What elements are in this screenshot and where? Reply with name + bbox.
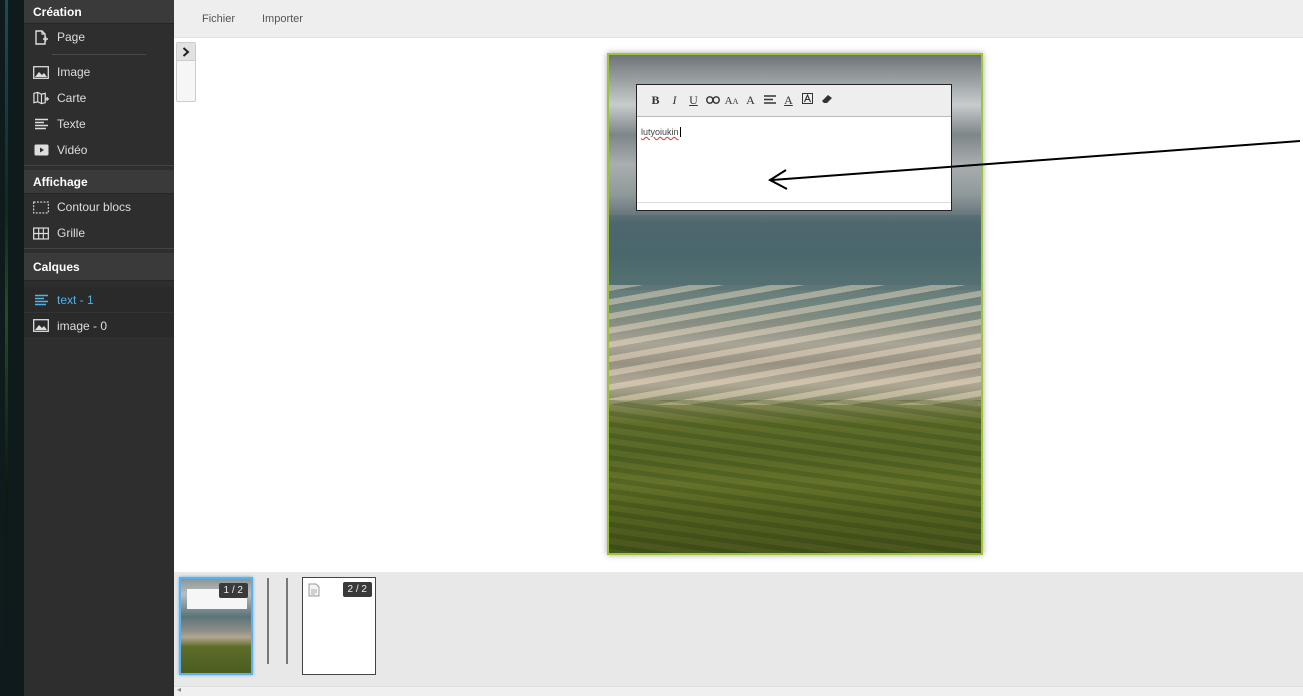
sidebar-item-label: Contour blocs [57,200,132,214]
photo-sea [609,215,981,290]
menu-import[interactable]: Importer [262,13,303,25]
editor-text-area[interactable]: lutyoiukin [637,117,951,193]
grid-icon [33,226,49,240]
italic-button[interactable]: I [665,93,684,108]
link-icon[interactable] [703,93,722,108]
section-title-creation: Création [24,0,174,24]
section-title-layers: Calques [24,253,174,281]
text-lines-icon [33,117,49,131]
menu-file[interactable]: Fichier [202,13,235,25]
drop-indicator [286,578,288,664]
page-number-badge: 2 / 2 [342,582,372,597]
sidebar: Création Page Image Carte Texte Vidéo Af… [24,0,174,696]
font-size-icon[interactable]: AA [722,95,741,107]
sidebar-item-grid[interactable]: Grille [24,220,174,246]
sidebar-item-label: Carte [57,91,87,105]
document-icon [308,583,320,600]
horizontal-scrollbar[interactable]: ◂ [174,685,1303,696]
section-title-display: Affichage [24,170,174,194]
bold-button[interactable]: B [646,93,665,108]
sidebar-item-label: Page [57,30,86,44]
sidebar-item-label: Vidéo [57,143,88,157]
font-style-icon[interactable]: A [741,93,760,108]
layer-item-text-1[interactable]: text - 1 [24,287,174,313]
add-page-icon [33,29,49,45]
text-color-icon[interactable]: A [779,93,798,108]
menu-bar: Fichier Importer [174,0,1303,38]
dashed-outline-icon [33,200,49,214]
sidebar-item-label: Texte [57,117,86,131]
page-thumbnail-2[interactable]: 2 / 2 [302,577,376,675]
image-icon [33,319,49,333]
align-icon[interactable] [760,93,779,108]
sidebar-item-page[interactable]: Page [24,24,174,50]
text-block-editor[interactable]: B I U AA A A lutyoiukin [636,84,952,211]
layer-label: image - 0 [57,318,108,333]
image-icon [33,65,49,79]
sidebar-item-video[interactable]: Vidéo [24,137,174,163]
divider [24,165,174,166]
photo-beach [609,285,981,405]
divider [52,54,146,55]
eraser-icon[interactable] [817,93,836,108]
sidebar-item-map[interactable]: Carte [24,85,174,111]
text-caret [679,127,681,137]
background-color-icon[interactable] [798,93,817,108]
text-lines-icon [33,293,49,307]
map-icon [33,91,49,105]
drop-indicator [267,578,269,664]
editor-footer [637,202,951,210]
scroll-left-icon[interactable]: ◂ [177,685,181,694]
divider [24,248,174,249]
layers-list: text - 1 image - 0 [24,287,174,339]
sidebar-item-label: Grille [57,226,86,240]
video-icon [33,143,49,157]
window-left-edge [0,0,24,696]
sidebar-item-label: Image [57,65,91,79]
photo-grass [609,400,981,553]
underline-button[interactable]: U [684,93,703,108]
panel-toggle[interactable] [176,42,196,102]
chevron-right-icon[interactable] [177,43,195,61]
editor-text: lutyoiukin [641,127,679,137]
layer-item-image-0[interactable]: image - 0 [24,313,174,339]
page-thumbnail-1[interactable]: 1 / 2 [179,577,253,675]
layer-label: text - 1 [57,292,94,307]
editor-toolbar: B I U AA A A [637,85,951,117]
background-strip [5,0,8,696]
sidebar-item-text[interactable]: Texte [24,111,174,137]
sidebar-item-block-outline[interactable]: Contour blocs [24,194,174,220]
page-number-badge: 1 / 2 [218,583,248,598]
sidebar-item-image[interactable]: Image [24,59,174,85]
